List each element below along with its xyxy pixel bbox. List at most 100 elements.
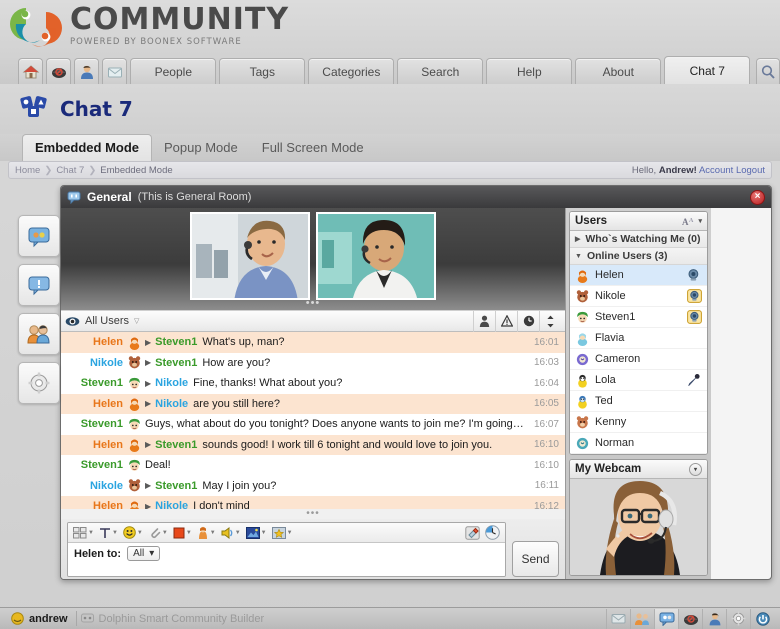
filter-selector[interactable]: All Users ▽: [65, 315, 139, 328]
tab-popup-mode[interactable]: Popup Mode: [152, 135, 250, 161]
message-row[interactable]: Steven1 Guys, what about do you tonight? …: [61, 414, 565, 435]
favorite-tool-icon[interactable]: ▼: [270, 526, 295, 539]
recipient-select[interactable]: All ▾: [127, 546, 161, 561]
send-button[interactable]: Send: [512, 541, 559, 577]
image-tool-icon[interactable]: ▼: [244, 526, 269, 539]
user-list-item[interactable]: Nikole: [570, 286, 707, 307]
text-format-tool-icon[interactable]: ▼: [97, 527, 120, 539]
color-tool-caret[interactable]: ▼: [186, 530, 192, 536]
video-resize-grip[interactable]: •••: [306, 297, 321, 309]
user-list-item[interactable]: Kenny: [570, 412, 707, 433]
message-list-resize-grip[interactable]: •••: [61, 509, 565, 519]
account-link[interactable]: Account: [699, 165, 733, 176]
filter-sort-icon[interactable]: [539, 310, 561, 332]
image-tool-caret[interactable]: ▼: [261, 530, 267, 536]
user-webcam-icon[interactable]: [687, 309, 702, 325]
user-list-item[interactable]: Lola: [570, 370, 707, 391]
avatar-tool-icon[interactable]: ▼: [195, 526, 218, 539]
nav-messages-icon-button[interactable]: [102, 58, 128, 84]
user-list-item[interactable]: Steven1: [570, 307, 707, 328]
tab-full-screen-mode[interactable]: Full Screen Mode: [250, 135, 376, 161]
filter-label: All Users: [85, 315, 130, 327]
taskbar-speed-icon[interactable]: [678, 608, 702, 629]
nav-home-icon-button[interactable]: [18, 58, 44, 84]
message-row[interactable]: Helen ▶ Steven1 sounds good! I work till 6 …: [61, 434, 565, 455]
favorite-tool-caret[interactable]: ▼: [287, 530, 293, 536]
breadcrumb-chat7[interactable]: Chat 7: [56, 165, 84, 176]
logout-link[interactable]: Logout: [736, 165, 765, 176]
layout-tool-caret[interactable]: ▼: [88, 530, 94, 536]
nav-item-chat7[interactable]: Chat 7: [664, 56, 751, 84]
tab-embedded-mode[interactable]: Embedded Mode: [22, 134, 153, 161]
attachment-tool-caret[interactable]: ▼: [162, 530, 168, 536]
color-tool-icon[interactable]: ▼: [171, 527, 194, 539]
user-list-item[interactable]: Helen: [570, 265, 707, 286]
taskbar-people-icon[interactable]: [630, 608, 654, 629]
webcam-panel-actions: ▾: [689, 462, 702, 476]
sidebar-users-icon[interactable]: [18, 313, 60, 355]
user-list-item[interactable]: Flavia: [570, 328, 707, 349]
avatar-tool-caret[interactable]: ▼: [210, 530, 216, 536]
message-row[interactable]: Nikole ▶ Steven1 How are you? 16:03: [61, 353, 565, 374]
webcam-panel-caret-icon[interactable]: ▾: [689, 462, 702, 476]
message-list[interactable]: Helen ▶ Steven1 What's up, man? 16:01 Nikole ▶…: [61, 332, 565, 509]
site-logo[interactable]: COMMUNITY POWERED BY BOONEX SOFTWARE: [10, 2, 289, 50]
attachment-tool-icon[interactable]: ▼: [146, 526, 170, 539]
filter-user-icon[interactable]: [473, 310, 495, 332]
community-logo-icon: [10, 2, 62, 50]
taskbar-settings-icon[interactable]: [726, 608, 750, 629]
close-icon[interactable]: ×: [750, 189, 765, 205]
user-list-item[interactable]: Norman: [570, 433, 707, 454]
nav-item-about[interactable]: About: [575, 58, 662, 84]
users-panel-caret-icon[interactable]: ▾: [698, 217, 702, 225]
layout-tool-icon[interactable]: ▼: [71, 526, 96, 539]
message-row[interactable]: Helen ▶ Steven1 What's up, man? 16:01: [61, 332, 565, 353]
taskbar-user[interactable]: andrew: [6, 611, 77, 626]
nav-search-icon-button[interactable]: [756, 58, 780, 84]
nav-item-tags[interactable]: Tags: [219, 58, 306, 84]
clock-tool-icon[interactable]: [483, 525, 502, 540]
message-row[interactable]: Steven1 Deal! 16:10: [61, 455, 565, 476]
text-format-tool-caret[interactable]: ▼: [112, 530, 118, 536]
nav-profile-icon-button[interactable]: [74, 58, 100, 84]
sidebar-chat-icon[interactable]: [18, 264, 60, 306]
group-online-users[interactable]: ▼ Online Users (3): [570, 248, 707, 265]
taskbar-chat-icon[interactable]: [654, 608, 678, 629]
eraser-tool-icon[interactable]: [463, 525, 482, 540]
nav-item-people[interactable]: People: [130, 58, 217, 84]
user-mic-icon[interactable]: [687, 373, 702, 388]
filter-alert-icon[interactable]: [495, 310, 517, 332]
user-webcam-icon[interactable]: [687, 288, 702, 304]
user-list-item[interactable]: Ted: [570, 391, 707, 412]
message-row[interactable]: Helen ▶ Nikole are you still here? 16:05: [61, 393, 565, 414]
font-size-icon[interactable]: AA: [682, 216, 695, 227]
group-whos-watching-me[interactable]: ▶ Who`s Watching Me (0): [570, 231, 707, 248]
message-time: 16:10: [533, 439, 559, 451]
video-thumb-1[interactable]: [190, 212, 310, 300]
taskbar-power-icon[interactable]: [750, 608, 774, 629]
user-list-item[interactable]: Cameron: [570, 349, 707, 370]
nav-mail-icon-button[interactable]: [46, 58, 72, 84]
sound-tool-caret[interactable]: ▼: [235, 530, 241, 536]
filter-time-icon[interactable]: [517, 310, 539, 332]
message-row[interactable]: Steven1 ▶ Nikole Fine, thanks! What about y…: [61, 373, 565, 394]
filter-caret-icon[interactable]: ▽: [134, 317, 139, 325]
video-thumb-2[interactable]: [316, 212, 436, 300]
nav-item-categories[interactable]: Categories: [308, 58, 395, 84]
message-row[interactable]: Nikole ▶ Steven1 May I join you? 16:11: [61, 476, 565, 497]
my-webcam-preview[interactable]: [570, 479, 707, 575]
sidebar-settings-icon[interactable]: [18, 362, 60, 404]
message-row[interactable]: Helen ▶ Nikole I don't mind 16:12: [61, 496, 565, 509]
taskbar-profile-icon[interactable]: [702, 608, 726, 629]
sound-tool-icon[interactable]: ▼: [219, 526, 243, 539]
nav-item-search[interactable]: Search: [397, 58, 484, 84]
message-input[interactable]: [68, 564, 505, 576]
nav-item-help[interactable]: Help: [486, 58, 573, 84]
smiley-tool-icon[interactable]: ▼: [121, 526, 145, 539]
breadcrumb-home[interactable]: Home: [15, 165, 40, 176]
chat-window: General (This is General Room) × ••• All…: [60, 185, 772, 580]
taskbar-mail-icon[interactable]: [606, 608, 630, 629]
smiley-tool-caret[interactable]: ▼: [137, 530, 143, 536]
user-webcam-icon[interactable]: [687, 268, 702, 283]
sidebar-rooms-icon[interactable]: [18, 215, 60, 257]
